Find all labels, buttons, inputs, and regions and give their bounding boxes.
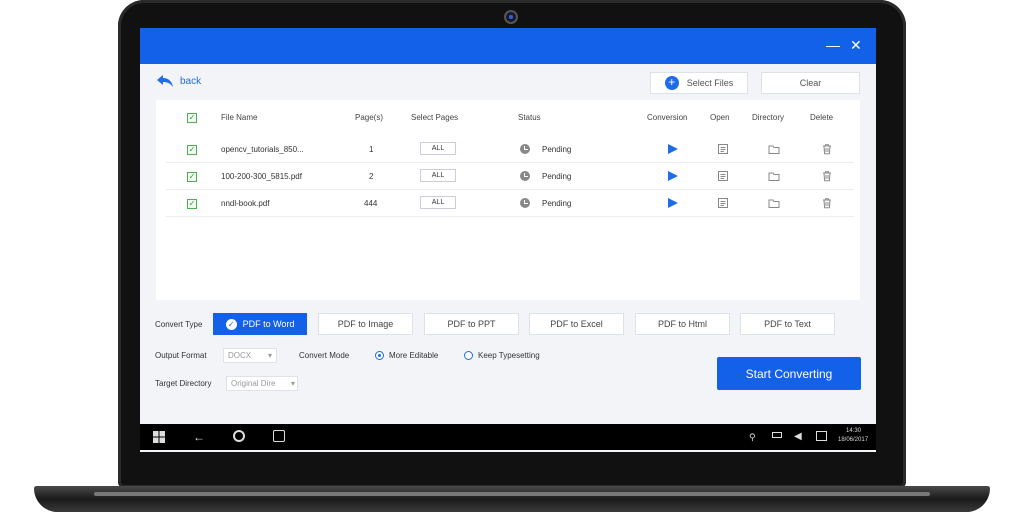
open-file-icon[interactable] xyxy=(717,143,729,155)
header-status: Status xyxy=(518,113,541,122)
output-format-label: Output Format xyxy=(155,351,207,360)
webcam-icon xyxy=(504,10,518,24)
page-count: 2 xyxy=(369,172,374,181)
keep-typesetting-radio[interactable] xyxy=(464,351,473,360)
minimize-button[interactable]: — xyxy=(826,37,840,53)
file-name: 100-200-300_5815.pdf xyxy=(221,172,302,181)
close-button[interactable]: ✕ xyxy=(850,37,862,53)
check-icon: ✓ xyxy=(225,318,237,330)
file-table: ✓ File Name Page(s) Select Pages Status … xyxy=(156,100,860,300)
select-pages-button[interactable]: ALL xyxy=(420,196,456,209)
target-directory-select[interactable]: Original Dire ▾ xyxy=(226,376,298,391)
header-file-name: File Name xyxy=(221,113,258,122)
header-conversion: Conversion xyxy=(647,113,688,122)
taskbar-time: 14:30 xyxy=(846,428,862,434)
file-name: nndl-book.pdf xyxy=(221,199,270,208)
clock-icon xyxy=(520,171,530,181)
table-row: ✓ nndl-book.pdf 444 ALL Pending xyxy=(166,190,854,217)
trash-icon[interactable] xyxy=(821,197,833,209)
pdf-to-excel-button[interactable]: PDF to Excel xyxy=(529,313,624,335)
header-pages: Page(s) xyxy=(355,113,384,122)
windows-start-icon[interactable] xyxy=(153,431,165,443)
pdf-to-image-button[interactable]: PDF to Image xyxy=(318,313,413,335)
convert-type-label: Convert Type xyxy=(155,320,203,329)
pdf-to-html-button[interactable]: PDF to Html xyxy=(635,313,730,335)
pdf-to-ppt-button[interactable]: PDF to PPT xyxy=(424,313,519,335)
plus-icon: + xyxy=(664,76,679,90)
pdf-to-text-button[interactable]: PDF to Text xyxy=(740,313,835,335)
chevron-down-icon: ▾ xyxy=(267,351,272,360)
convert-play-icon[interactable] xyxy=(668,144,678,154)
table-row: ✓ opencv_tutorials_850... 1 ALL Pending xyxy=(166,136,854,163)
convert-play-icon[interactable] xyxy=(668,171,678,181)
folder-icon[interactable] xyxy=(768,170,780,182)
header-directory: Directory xyxy=(752,113,785,122)
folder-icon[interactable] xyxy=(768,197,780,209)
back-button[interactable]: back xyxy=(156,74,201,88)
pdf-to-word-label: PDF to Word xyxy=(242,319,295,329)
header-delete: Delete xyxy=(810,113,834,122)
notification-icon[interactable] xyxy=(816,431,827,441)
home-circle-icon[interactable] xyxy=(233,430,245,442)
open-file-icon[interactable] xyxy=(717,197,729,209)
folder-icon[interactable] xyxy=(768,143,780,155)
app-window: — ✕ back + Select Files Clear ✓ File Nam… xyxy=(140,28,876,452)
clear-button[interactable]: Clear xyxy=(761,72,860,94)
page-count: 1 xyxy=(369,145,374,154)
select-files-label: Select Files xyxy=(686,78,734,88)
pdf-to-word-button[interactable]: ✓ PDF to Word xyxy=(213,313,307,335)
convert-mode-label: Convert Mode xyxy=(299,351,350,360)
select-pages-button[interactable]: ALL xyxy=(420,169,456,182)
open-file-icon[interactable] xyxy=(717,170,729,182)
status-text: Pending xyxy=(542,172,572,181)
back-arrow-icon xyxy=(157,75,173,87)
target-directory-value: Original Dire xyxy=(231,379,276,388)
more-editable-label: More Editable xyxy=(389,351,439,360)
header-open: Open xyxy=(710,113,730,122)
chevron-down-icon: ▾ xyxy=(290,377,295,390)
clock-icon xyxy=(520,198,530,208)
row-checkbox[interactable]: ✓ xyxy=(187,172,197,182)
battery-icon[interactable] xyxy=(772,432,782,438)
trash-icon[interactable] xyxy=(821,143,833,155)
more-editable-radio[interactable] xyxy=(375,351,384,360)
row-checkbox[interactable]: ✓ xyxy=(187,199,197,209)
select-all-checkbox[interactable]: ✓ xyxy=(187,113,197,123)
laptop-base xyxy=(34,486,990,512)
target-directory-label: Target Directory xyxy=(155,379,212,388)
network-icon[interactable]: ⚲ xyxy=(749,431,756,443)
page-count: 444 xyxy=(364,199,378,208)
task-view-icon[interactable] xyxy=(273,430,285,442)
select-pages-button[interactable]: ALL xyxy=(420,142,456,155)
header-select-pages: Select Pages xyxy=(411,113,459,122)
select-files-button[interactable]: + Select Files xyxy=(650,72,748,94)
file-name: opencv_tutorials_850... xyxy=(221,145,304,154)
table-row: ✓ 100-200-300_5815.pdf 2 ALL Pending xyxy=(166,163,854,190)
status-text: Pending xyxy=(542,199,572,208)
volume-icon[interactable]: ◀ xyxy=(794,431,802,443)
row-checkbox[interactable]: ✓ xyxy=(187,145,197,155)
back-arrow-icon[interactable]: ← xyxy=(193,431,205,443)
output-format-select[interactable]: DOCX ▾ xyxy=(223,348,277,363)
status-text: Pending xyxy=(542,145,572,154)
trash-icon[interactable] xyxy=(821,170,833,182)
clock-icon xyxy=(520,144,530,154)
keep-typesetting-label: Keep Typesetting xyxy=(478,351,540,360)
title-bar: — ✕ xyxy=(140,28,876,64)
taskbar-date: 18/06/2017 xyxy=(838,437,869,443)
convert-play-icon[interactable] xyxy=(668,198,678,208)
output-format-value: DOCX xyxy=(228,351,252,360)
windows-taskbar: ← ⚲ ◀ 14:30 18/06/2017 xyxy=(140,424,876,450)
start-converting-button[interactable]: Start Converting xyxy=(717,357,861,390)
back-label: back xyxy=(180,75,202,87)
